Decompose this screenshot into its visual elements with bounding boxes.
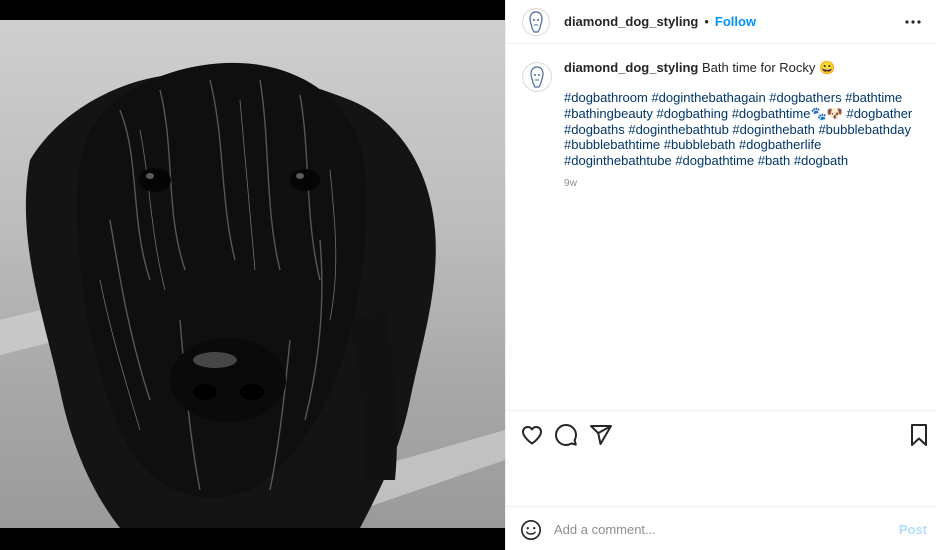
comment-input[interactable]	[554, 517, 874, 541]
avatar[interactable]	[522, 7, 550, 36]
dog-logo-icon	[530, 66, 544, 88]
hashtags[interactable]: #dogbathroom #doginthebathagain #dogbath…	[564, 90, 916, 169]
post-photo[interactable]	[0, 20, 505, 528]
more-options-icon[interactable]	[903, 12, 923, 32]
follow-button[interactable]: Follow	[715, 14, 756, 29]
caption-body: diamond_dog_styling Bath time for Rocky …	[564, 60, 927, 192]
post-comment-button[interactable]: Post	[899, 522, 927, 537]
emoji-icon[interactable]	[520, 519, 542, 541]
post-media[interactable]	[0, 0, 505, 550]
post-age[interactable]: 9w	[564, 176, 927, 192]
post-caption: diamond_dog_styling Bath time for Rocky …	[522, 60, 927, 192]
caption-avatar[interactable]	[522, 62, 552, 92]
comment-bar: Post	[506, 506, 936, 550]
bookmark-icon[interactable]	[907, 423, 931, 447]
header-username[interactable]: diamond_dog_styling	[564, 14, 698, 29]
post-side-panel: diamond_dog_styling • Follow diamond_dog…	[505, 0, 936, 550]
dog-logo-icon	[529, 10, 543, 33]
heart-icon[interactable]	[520, 423, 544, 447]
post-actions	[506, 410, 936, 456]
paper-plane-icon[interactable]	[589, 423, 613, 447]
wet-black-dog-image	[0, 62, 505, 528]
caption-text: Bath time for Rocky 😀	[701, 60, 836, 75]
header-separator: •	[704, 14, 709, 29]
comment-icon[interactable]	[554, 423, 578, 447]
post-header: diamond_dog_styling • Follow	[506, 0, 936, 44]
caption-username[interactable]: diamond_dog_styling	[564, 60, 698, 75]
